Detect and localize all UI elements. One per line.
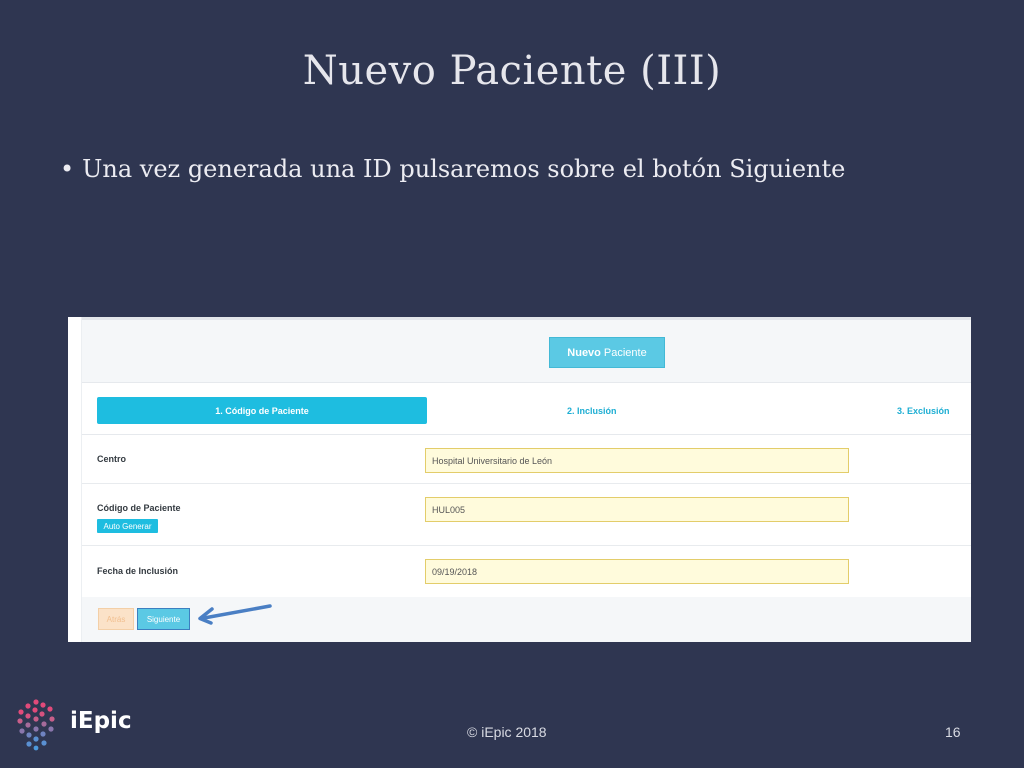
bullet-marker: • [60,155,75,183]
auto-generar-button[interactable]: Auto Generar [97,519,158,533]
pointer-arrow-icon [198,604,272,625]
tab-codigo-paciente[interactable]: 1. Código de Paciente [97,397,427,424]
wizard-steps: 1. Código de Paciente 2. Inclusión 3. Ex… [82,383,971,435]
nuevo-paciente-button-rest: Paciente [603,346,647,359]
form-row-centro: Centro Hospital Universitario de León [82,435,971,484]
atras-button[interactable]: Atrás [98,608,134,630]
centro-field[interactable]: Hospital Universitario de León [425,448,849,473]
app-screenshot: Nuevo Paciente 1. Código de Paciente 2. … [68,317,971,642]
nuevo-paciente-button-bold: Nuevo [567,346,601,359]
codigo-paciente-label: Código de Paciente [97,503,181,513]
copyright-text: © iEpic 2018 [467,724,547,740]
bullet-text: Una vez generada una ID pulsaremos sobre… [82,155,846,183]
fecha-inclusion-label: Fecha de Inclusión [97,566,179,576]
centro-label: Centro [97,454,126,464]
page-number: 16 [945,724,961,740]
logo-text: iEpic [70,708,132,734]
siguiente-button[interactable]: Siguiente [137,608,190,630]
tab-inclusion[interactable]: 2. Inclusión [567,397,617,424]
app-left-strip [68,317,82,642]
codigo-paciente-field[interactable]: HUL005 [425,497,849,522]
nuevo-paciente-button[interactable]: Nuevo Paciente [549,337,665,368]
form-row-fecha: Fecha de Inclusión 09/19/2018 [82,546,971,597]
tab-exclusion[interactable]: 3. Exclusión [897,397,950,424]
bullet-point: • Una vez generada una ID pulsaremos sobr… [60,155,845,183]
fecha-inclusion-field[interactable]: 09/19/2018 [425,559,849,584]
app-header: Nuevo Paciente [82,317,971,383]
slide-title: Nuevo Paciente (III) [302,48,722,94]
form-row-codigo: Código de Paciente Auto Generar HUL005 [82,484,971,546]
